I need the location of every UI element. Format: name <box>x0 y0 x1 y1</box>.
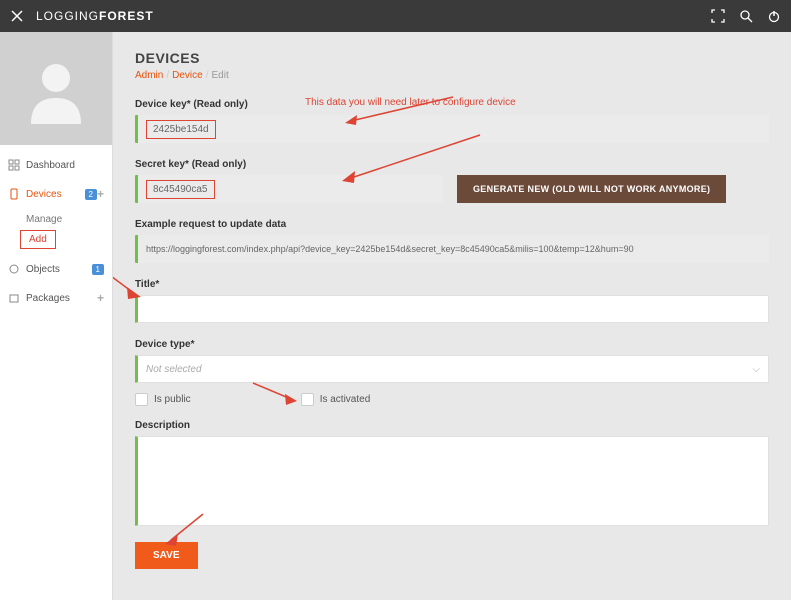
device-key-field: 2425be154d <box>135 115 769 143</box>
checkbox-icon <box>301 393 314 406</box>
is-activated-label: Is activated <box>320 394 371 405</box>
description-textarea[interactable] <box>146 443 760 525</box>
power-icon[interactable] <box>767 9 781 23</box>
title-field[interactable] <box>135 295 769 323</box>
plus-icon[interactable]: + <box>97 187 104 201</box>
arrow-annotation <box>251 381 301 408</box>
device-key-value: 2425be154d <box>146 120 216 139</box>
title-input[interactable] <box>146 304 760 315</box>
device-icon <box>8 188 20 200</box>
sidebar-item-label: Dashboard <box>26 160 104 171</box>
sidebar: Dashboard Devices 2 + Manage Add Objects… <box>0 32 113 600</box>
packages-icon <box>8 292 20 304</box>
plus-icon[interactable]: + <box>97 291 104 305</box>
badge: 1 <box>92 264 104 275</box>
hint-text: This data you will need later to configu… <box>305 97 516 108</box>
sidebar-item-label: Devices <box>26 189 81 200</box>
sidebar-item-packages[interactable]: Packages + <box>0 283 112 313</box>
device-type-value: Not selected <box>146 364 752 375</box>
fullscreen-icon[interactable] <box>711 9 725 23</box>
breadcrumb-device[interactable]: Device <box>172 70 203 81</box>
sidebar-subitem-add[interactable]: Add <box>20 230 56 249</box>
example-request-value: https://loggingforest.com/index.php/api?… <box>146 244 634 254</box>
grid-icon <box>8 159 20 171</box>
sidebar-subitem-manage[interactable]: Manage <box>0 209 112 230</box>
avatar <box>0 32 112 145</box>
description-field[interactable] <box>135 436 769 526</box>
breadcrumb-admin[interactable]: Admin <box>135 70 163 81</box>
breadcrumb-edit: Edit <box>212 70 229 81</box>
sidebar-item-label: Packages <box>26 293 97 304</box>
checkbox-icon <box>135 393 148 406</box>
description-label: Description <box>135 420 769 431</box>
generate-new-button[interactable]: GENERATE NEW (OLD WILL NOT WORK ANYMORE) <box>457 175 726 203</box>
sidebar-item-label: Objects <box>26 264 88 275</box>
is-activated-checkbox[interactable]: Is activated <box>301 393 371 406</box>
brand-logo: LOGGINGFOREST <box>36 9 154 23</box>
save-button[interactable]: SAVE <box>135 542 198 569</box>
page-title: DEVICES <box>135 50 769 66</box>
badge: 2 <box>85 189 97 200</box>
sidebar-item-devices[interactable]: Devices 2 + <box>0 179 112 209</box>
sidebar-item-dashboard[interactable]: Dashboard <box>0 151 112 179</box>
main-content: DEVICES Admin/Device/Edit Device key* (R… <box>113 32 791 600</box>
device-type-select[interactable]: Not selected ⌵ <box>135 355 769 383</box>
sidebar-item-objects[interactable]: Objects 1 <box>0 255 112 283</box>
objects-icon <box>8 263 20 275</box>
secret-key-label: Secret key* (Read only) <box>135 159 769 170</box>
close-icon[interactable] <box>10 9 24 23</box>
title-label: Title* <box>135 279 769 290</box>
secret-key-value: 8c45490ca5 <box>146 180 215 199</box>
example-request-label: Example request to update data <box>135 219 769 230</box>
example-request-field: https://loggingforest.com/index.php/api?… <box>135 235 769 263</box>
device-type-label: Device type* <box>135 339 769 350</box>
topbar: LOGGINGFOREST <box>0 0 791 32</box>
is-public-checkbox[interactable]: Is public <box>135 393 191 406</box>
chevron-down-icon: ⌵ <box>752 364 760 375</box>
search-icon[interactable] <box>739 9 753 23</box>
is-public-label: Is public <box>154 394 191 405</box>
secret-key-field: 8c45490ca5 <box>135 175 443 203</box>
breadcrumb: Admin/Device/Edit <box>135 70 769 81</box>
